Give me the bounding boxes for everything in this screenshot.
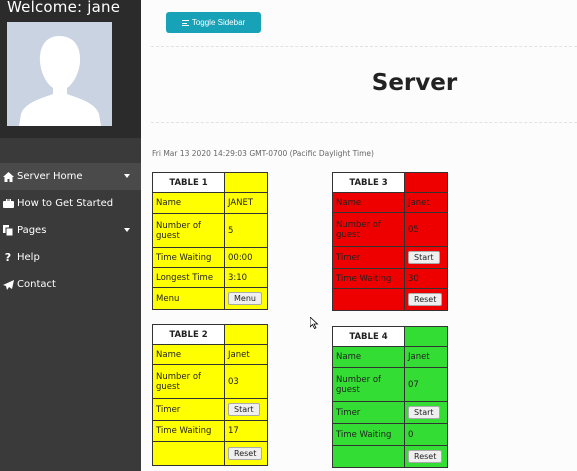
row-label: Name — [332, 346, 405, 368]
table-card-3: TABLE 3 Name Janet Number of guest 05 Ti… — [332, 172, 448, 311]
row-value: 5 — [224, 213, 268, 248]
row-label — [152, 441, 225, 466]
row-value: 05 — [404, 212, 448, 247]
row-label: Number of guest — [332, 212, 405, 247]
table-card-4: TABLE 4 Name Janet Number of guest 07 Ti… — [332, 326, 448, 468]
sidebar-item-label: How to Get Started — [17, 198, 114, 209]
table-name: TABLE 1 — [152, 172, 225, 193]
briefcase-icon — [2, 198, 14, 210]
row-label: Timer — [152, 398, 225, 421]
table-name: TABLE 4 — [332, 326, 405, 347]
row-label: Name — [152, 344, 225, 365]
user-panel: Welcome: jane — [0, 0, 141, 138]
sidebar-item-label: Help — [17, 252, 40, 263]
sidebar-item-server-home[interactable]: Server Home — [0, 163, 141, 190]
chevron-down-icon — [124, 174, 130, 178]
start-button[interactable]: Start — [408, 406, 440, 419]
sidebar-item-label: Contact — [17, 279, 56, 290]
toggle-sidebar-label: Toggle Sidebar — [191, 18, 246, 27]
sidebar-item-label: Pages — [17, 225, 47, 236]
sidebar-item-help[interactable]: ? Help — [0, 244, 141, 271]
page-title: Server — [371, 70, 458, 96]
row-value: 17 — [224, 420, 268, 442]
sidebar: Welcome: jane Server Home How to Get Sta… — [0, 0, 141, 471]
reset-button[interactable]: Reset — [408, 293, 443, 306]
chevron-down-icon — [124, 228, 130, 232]
avatar — [7, 22, 112, 126]
sidebar-item-label: Server Home — [17, 171, 83, 182]
row-label: Time Waiting — [332, 268, 405, 289]
row-label: Timer — [332, 401, 405, 424]
row-label: Name — [152, 192, 225, 214]
row-label: Longest Time — [152, 267, 225, 288]
row-label — [332, 288, 405, 311]
row-value: 30 — [404, 268, 448, 289]
table-card-1: TABLE 1 Name JANET Number of guest 5 Tim… — [152, 172, 268, 310]
row-value: 3:10 — [224, 267, 268, 288]
row-label: Number of guest — [332, 367, 405, 402]
reset-button[interactable]: Reset — [228, 447, 263, 460]
sidebar-menu: Server Home How to Get Started Pages ? H… — [0, 163, 141, 298]
sidebar-item-contact[interactable]: Contact — [0, 271, 141, 298]
row-label: Number of guest — [152, 213, 225, 248]
row-value: 00:00 — [224, 247, 268, 268]
row-label: Name — [332, 192, 405, 213]
row-label: Time Waiting — [152, 420, 225, 442]
row-value: 07 — [404, 367, 448, 402]
row-label — [332, 445, 405, 468]
divider — [151, 46, 577, 47]
row-value: Janet — [404, 346, 448, 368]
timestamp: Fri Mar 13 2020 14:29:03 GMT-0700 (Pacif… — [152, 149, 374, 158]
row-value: Janet — [224, 344, 268, 365]
row-label: Time Waiting — [332, 423, 405, 446]
start-button[interactable]: Start — [408, 251, 440, 264]
sidebar-item-pages[interactable]: Pages — [0, 217, 141, 244]
reset-button[interactable]: Reset — [408, 450, 443, 463]
copy-icon — [2, 225, 14, 237]
welcome-text: Welcome: jane — [7, 0, 121, 16]
row-label: Time Waiting — [152, 247, 225, 268]
user-silhouette-icon — [7, 22, 112, 126]
row-value: JANET — [224, 192, 268, 214]
table-name: TABLE 2 — [152, 324, 225, 345]
mouse-cursor-icon — [310, 317, 319, 329]
home-icon — [2, 171, 14, 183]
row-value: Janet — [404, 192, 448, 213]
table-name: TABLE 3 — [332, 172, 405, 193]
row-label: Timer — [332, 246, 405, 269]
row-value: 03 — [224, 364, 268, 399]
table-card-2: TABLE 2 Name Janet Number of guest 03 Ti… — [152, 324, 268, 466]
send-icon — [2, 279, 14, 291]
divider — [151, 122, 577, 123]
question-icon: ? — [4, 251, 12, 264]
sidebar-item-how-to-get-started[interactable]: How to Get Started — [0, 190, 141, 217]
row-label: Menu — [152, 287, 225, 310]
row-value: 0 — [404, 423, 448, 446]
menu-lines-icon — [181, 19, 189, 26]
toggle-sidebar-button[interactable]: Toggle Sidebar — [166, 12, 261, 33]
row-label: Number of guest — [152, 364, 225, 399]
menu-button[interactable]: Menu — [228, 292, 262, 305]
start-button[interactable]: Start — [228, 403, 260, 416]
